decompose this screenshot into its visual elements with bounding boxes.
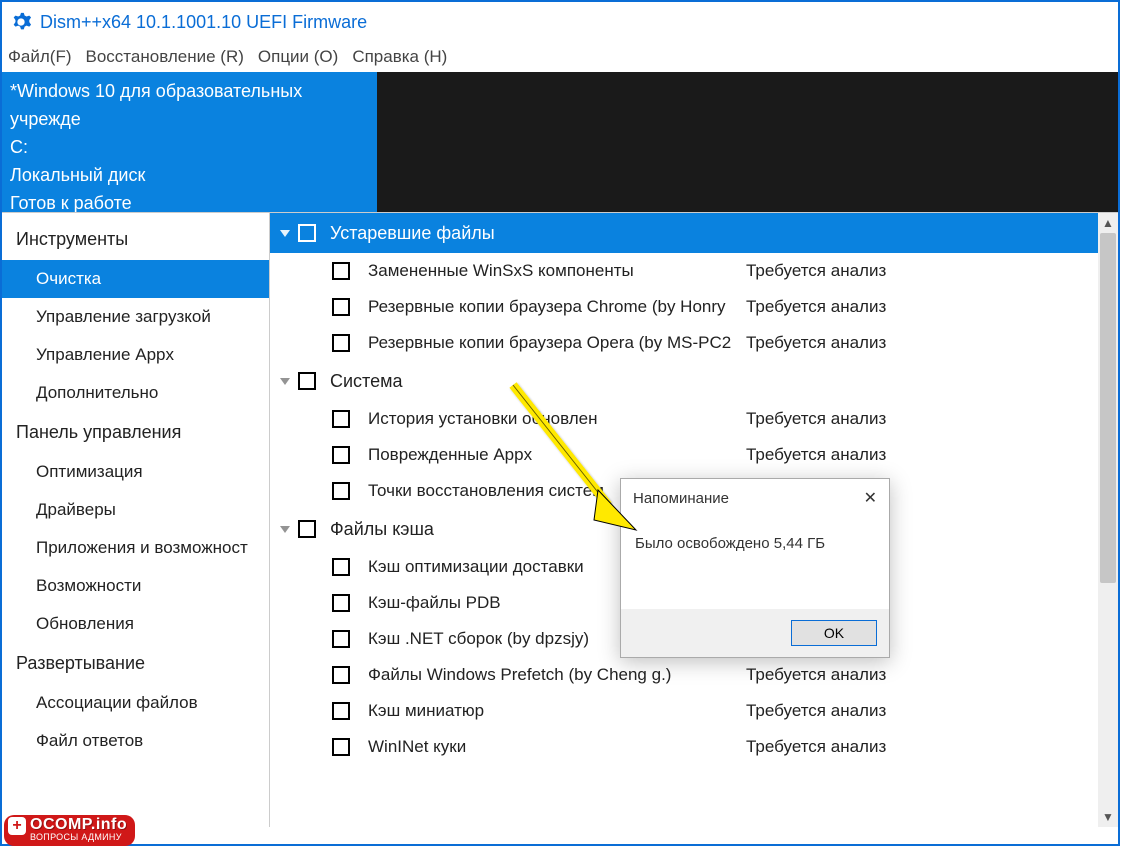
- item-label: Резервные копии браузера Chrome (by Honr…: [368, 297, 1098, 317]
- reminder-dialog: Напоминание ✕ Было освобождено 5,44 ГБ O…: [620, 478, 890, 658]
- item-label: Резервные копии браузера Opera (by MS-PC…: [368, 333, 1098, 353]
- sidebar-item-drivers[interactable]: Драйверы: [2, 491, 269, 529]
- dialog-title: Напоминание: [633, 490, 729, 507]
- category-header[interactable]: Устаревшие файлы: [270, 213, 1098, 253]
- app-window: Dism++x64 10.1.1001.10 UEFI Firmware Фай…: [0, 0, 1120, 846]
- item-label: WinINet куки: [368, 737, 1098, 757]
- category-label: Файлы кэша: [330, 519, 434, 540]
- cleanup-item[interactable]: WinINet кукиТребуется анализ: [270, 729, 1098, 765]
- item-status: Требуется анализ: [746, 333, 886, 353]
- sidebar-item-answer[interactable]: Файл ответов: [2, 722, 269, 760]
- sidebar-item-appx[interactable]: Управление Appx: [2, 336, 269, 374]
- close-icon[interactable]: ✕: [864, 488, 877, 508]
- scroll-thumb[interactable]: [1100, 233, 1116, 583]
- item-status: Требуется анализ: [746, 737, 886, 757]
- sidebar-item-apps[interactable]: Приложения и возможност: [2, 529, 269, 567]
- checkbox[interactable]: [332, 262, 350, 280]
- menu-restore[interactable]: Восстановление (R): [86, 47, 244, 67]
- item-status: Требуется анализ: [746, 701, 886, 721]
- cleanup-item[interactable]: История установки обновленТребуется анал…: [270, 401, 1098, 437]
- checkbox[interactable]: [332, 594, 350, 612]
- cleanup-item[interactable]: Резервные копии браузера Chrome (by Honr…: [270, 289, 1098, 325]
- item-status: Требуется анализ: [746, 409, 886, 429]
- titlebar[interactable]: Dism++x64 10.1.1001.10 UEFI Firmware: [2, 2, 1118, 42]
- sidebar-head-control: Панель управления: [2, 412, 269, 453]
- chevron-down-icon: [280, 526, 290, 533]
- item-label: Файлы Windows Prefetch (by Cheng g.): [368, 665, 1098, 685]
- chevron-down-icon: [280, 230, 290, 237]
- checkbox[interactable]: [332, 410, 350, 428]
- checkbox[interactable]: [332, 738, 350, 756]
- checkbox[interactable]: [332, 298, 350, 316]
- item-label: Поврежденные Appx: [368, 445, 1098, 465]
- sidebar-item-cleanup[interactable]: Очистка: [2, 260, 269, 298]
- sidebar-item-advanced[interactable]: Дополнительно: [2, 374, 269, 412]
- checkbox[interactable]: [332, 446, 350, 464]
- item-label: Замененные WinSxS компоненты: [368, 261, 1098, 281]
- sidebar-head-deploy: Развертывание: [2, 643, 269, 684]
- scroll-up-icon[interactable]: ▲: [1098, 213, 1118, 233]
- sidebar-head-tools: Инструменты: [2, 219, 269, 260]
- menu-file[interactable]: Файл(F): [8, 47, 72, 67]
- disk-drive: C:: [10, 134, 369, 162]
- category-header[interactable]: Система: [270, 361, 1098, 401]
- dialog-body: Было освобождено 5,44 ГБ: [621, 517, 889, 552]
- disk-info[interactable]: *Windows 10 для образовательных учрежде …: [2, 72, 377, 212]
- menu-help[interactable]: Справка (H): [352, 47, 447, 67]
- checkbox[interactable]: [298, 520, 316, 538]
- sidebar-item-features[interactable]: Возможности: [2, 567, 269, 605]
- cleanup-item[interactable]: Замененные WinSxS компонентыТребуется ан…: [270, 253, 1098, 289]
- scrollbar[interactable]: ▲ ▼: [1098, 213, 1118, 827]
- disk-os: *Windows 10 для образовательных учрежде: [10, 78, 369, 134]
- ok-button[interactable]: OK: [791, 620, 877, 646]
- menu-options[interactable]: Опции (O): [258, 47, 338, 67]
- checkbox[interactable]: [332, 482, 350, 500]
- cleanup-item[interactable]: Поврежденные AppxТребуется анализ: [270, 437, 1098, 473]
- watermark-subtitle: ВОПРОСЫ АДМИНУ: [30, 833, 127, 842]
- window-title: Dism++x64 10.1.1001.10 UEFI Firmware: [40, 12, 367, 33]
- checkbox[interactable]: [332, 558, 350, 576]
- checkbox[interactable]: [332, 334, 350, 352]
- gear-icon: [10, 11, 32, 33]
- sidebar-item-optim[interactable]: Оптимизация: [2, 453, 269, 491]
- scroll-down-icon[interactable]: ▼: [1098, 807, 1118, 827]
- item-label: История установки обновлен: [368, 409, 1098, 429]
- chevron-down-icon: [280, 378, 290, 385]
- item-label: Кэш миниатюр: [368, 701, 1098, 721]
- cleanup-item[interactable]: Файлы Windows Prefetch (by Cheng g.)Треб…: [270, 657, 1098, 693]
- item-status: Требуется анализ: [746, 261, 886, 281]
- item-status: Требуется анализ: [746, 445, 886, 465]
- watermark: + OCOMP.info ВОПРОСЫ АДМИНУ: [4, 815, 135, 846]
- sidebar-item-boot[interactable]: Управление загрузкой: [2, 298, 269, 336]
- disk-panel-rest: [377, 72, 1118, 212]
- category-label: Устаревшие файлы: [330, 223, 495, 244]
- plus-icon: +: [8, 817, 26, 835]
- sidebar-item-assoc[interactable]: Ассоциации файлов: [2, 684, 269, 722]
- disk-panel: *Windows 10 для образовательных учрежде …: [2, 72, 1118, 212]
- cleanup-item[interactable]: Резервные копии браузера Opera (by MS-PC…: [270, 325, 1098, 361]
- watermark-title: OCOMP.info: [30, 817, 127, 833]
- cleanup-item[interactable]: Кэш миниатюрТребуется анализ: [270, 693, 1098, 729]
- disk-type: Локальный диск: [10, 162, 369, 190]
- checkbox[interactable]: [332, 630, 350, 648]
- sidebar-item-updates[interactable]: Обновления: [2, 605, 269, 643]
- checkbox[interactable]: [298, 372, 316, 390]
- checkbox[interactable]: [332, 666, 350, 684]
- checkbox[interactable]: [332, 702, 350, 720]
- menubar: Файл(F) Восстановление (R) Опции (O) Спр…: [2, 42, 1118, 72]
- item-status: Требуется анализ: [746, 297, 886, 317]
- category-label: Система: [330, 371, 403, 392]
- sidebar: Инструменты Очистка Управление загрузкой…: [2, 213, 270, 827]
- checkbox[interactable]: [298, 224, 316, 242]
- item-status: Требуется анализ: [746, 665, 886, 685]
